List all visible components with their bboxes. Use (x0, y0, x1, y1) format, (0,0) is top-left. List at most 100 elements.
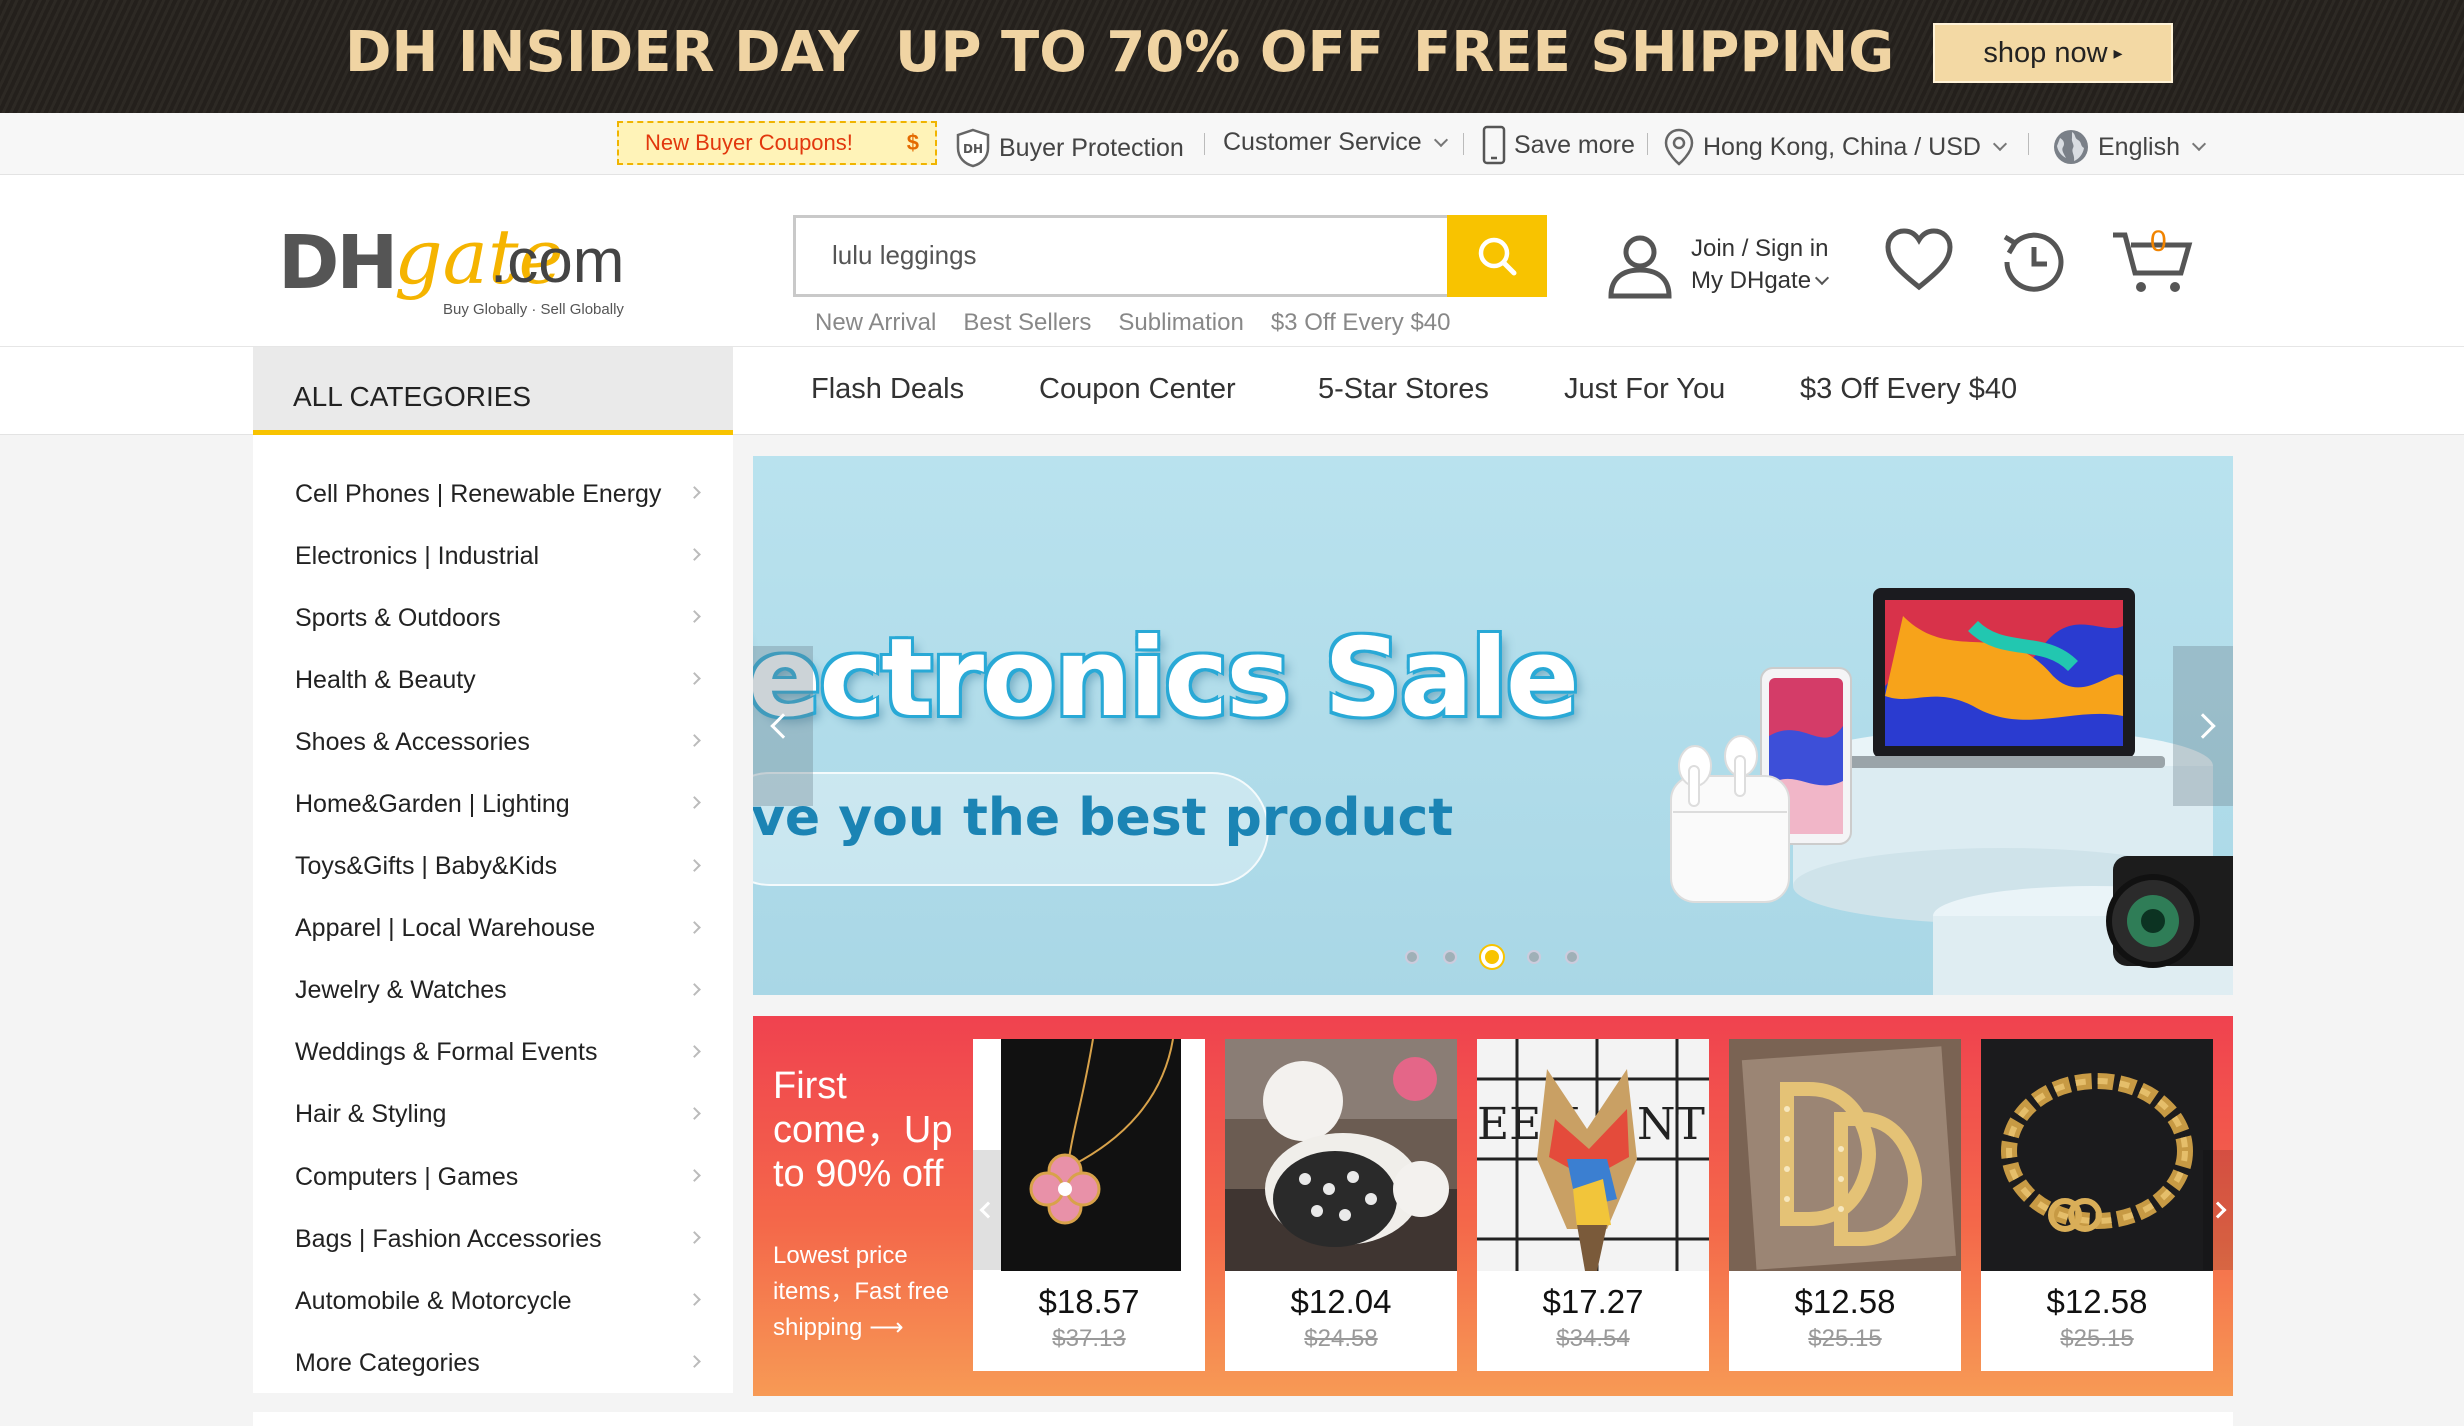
promo-text-insider-day: DH INSIDER DAY (345, 20, 860, 85)
hot-link-best-sellers[interactable]: Best Sellers (963, 309, 1091, 337)
category-item[interactable]: Electronics | Industrial (253, 525, 733, 587)
category-item[interactable]: Bags | Fashion Accessories (253, 1208, 733, 1270)
nav-just-for-you[interactable]: Just For You (1564, 373, 1725, 406)
hot-link-coupon[interactable]: $3 Off Every $40 (1271, 309, 1451, 337)
category-label: Bags | Fashion Accessories (295, 1224, 602, 1253)
nav-5-star-stores[interactable]: 5-Star Stores (1318, 373, 1489, 406)
hot-link-new-arrival[interactable]: New Arrival (815, 309, 936, 337)
save-more-label: Save more (1514, 130, 1635, 159)
history-clock-icon[interactable] (1997, 227, 2069, 302)
hero-carousel[interactable]: lectronics Sale ve you the best product (753, 456, 2233, 995)
save-more-link[interactable]: Save more (1482, 125, 1635, 165)
chevron-right-icon (688, 1355, 701, 1369)
chevron-right-icon (2190, 713, 2216, 739)
region-currency-dropdown[interactable]: Hong Kong, China / USD (1663, 128, 2008, 166)
deals-prev-button[interactable] (973, 1150, 1003, 1270)
chevron-right-icon (688, 796, 701, 810)
category-item[interactable]: Shoes & Accessories (253, 711, 733, 773)
chevron-right-icon (688, 1044, 701, 1058)
location-pin-icon (1664, 128, 1694, 166)
chevron-left-icon (979, 1201, 997, 1219)
nav-flash-deals[interactable]: Flash Deals (811, 373, 964, 406)
category-item[interactable]: Toys&Gifts | Baby&Kids (253, 836, 733, 898)
deals-next-button[interactable] (2203, 1150, 2233, 1270)
category-item[interactable]: More Categories (253, 1332, 733, 1394)
svg-text:DH: DH (963, 142, 983, 156)
category-item[interactable]: Sports & Outdoors (253, 587, 733, 649)
category-item[interactable]: Health & Beauty (253, 649, 733, 711)
chevron-right-icon (688, 548, 701, 561)
chevron-right-icon (688, 1231, 701, 1244)
all-categories-button[interactable]: ALL CATEGORIES (253, 347, 733, 435)
account-menu[interactable]: Join / Sign in My DHgate (1605, 230, 1830, 300)
category-label: Hair & Styling (295, 1100, 447, 1129)
category-item[interactable]: Automobile & Motorcycle (253, 1270, 733, 1332)
hero-title: lectronics Sale (753, 616, 1579, 741)
nav-3-off-every-40[interactable]: $3 Off Every $40 (1800, 373, 2017, 406)
buyer-protection-link[interactable]: DH Buyer Protection (955, 128, 1184, 168)
shop-now-button[interactable]: shop now ▸ (1933, 23, 2173, 83)
shield-icon: DH (956, 128, 990, 168)
search-button[interactable] (1447, 215, 1547, 297)
hot-link-sublimation[interactable]: Sublimation (1118, 309, 1243, 337)
category-label: Shoes & Accessories (295, 727, 530, 756)
language-dropdown[interactable]: English (2052, 128, 2207, 166)
deals-heading: First come，Up to 90% off (773, 1065, 953, 1195)
deal-original-price: $24.58 (1304, 1325, 1378, 1352)
deal-card[interactable]: $12.04 $24.58 (1225, 1039, 1457, 1371)
hero-next-button[interactable] (2173, 646, 2233, 806)
category-item[interactable]: Weddings & Formal Events (253, 1022, 733, 1084)
wishlist-heart-icon[interactable] (1883, 227, 1955, 298)
promo-banner[interactable]: DH INSIDER DAY UP TO 70% OFF FREE SHIPPI… (0, 0, 2464, 113)
search-input[interactable] (796, 218, 1396, 292)
utility-bar: New Buyer Coupons! $ DH Buyer Protection… (0, 113, 2464, 175)
logo-dh: DH (278, 220, 398, 306)
earrings-image (1729, 1039, 1961, 1271)
category-label: Electronics | Industrial (295, 541, 540, 570)
join-sign-in-label: Join / Sign in (1691, 235, 1829, 262)
category-label: Weddings & Formal Events (295, 1038, 598, 1067)
category-item[interactable]: Cell Phones | Renewable Energy (253, 463, 733, 525)
deal-card[interactable]: $12.58 $25.15 (1981, 1039, 2213, 1371)
carousel-dot-active[interactable] (1481, 946, 1503, 968)
carousel-dot[interactable] (1405, 950, 1419, 964)
category-label: Jewelry & Watches (295, 976, 507, 1005)
deal-card[interactable]: $18.57 $37.13 (973, 1039, 1205, 1371)
deal-original-price: $34.54 (1556, 1325, 1630, 1352)
customer-service-dropdown[interactable]: Customer Service (1223, 128, 1448, 157)
carousel-dot[interactable] (1565, 950, 1579, 964)
category-item[interactable]: Home&Garden | Lighting (253, 773, 733, 835)
svg-text:NT: NT (1637, 1099, 1705, 1150)
deal-card[interactable]: EEN NT $17.27 $34.54 (1477, 1039, 1709, 1371)
chevron-down-icon (2191, 136, 2207, 152)
nav-coupon-center[interactable]: Coupon Center (1039, 373, 1236, 406)
category-item[interactable]: Computers | Games (253, 1146, 733, 1208)
divider (1463, 133, 1464, 155)
category-item[interactable]: Hair & Styling (253, 1084, 733, 1146)
chevron-right-icon (688, 486, 701, 499)
flash-deals-strip: First come，Up to 90% off Lowest price it… (753, 1016, 2233, 1396)
swimsuit-image: EEN NT (1477, 1039, 1709, 1271)
category-label: Automobile & Motorcycle (295, 1286, 572, 1315)
category-label: Toys&Gifts | Baby&Kids (295, 852, 558, 881)
coupon-label: New Buyer Coupons! (645, 130, 853, 155)
category-label: Apparel | Local Warehouse (295, 914, 596, 943)
deal-card[interactable]: $12.58 $25.15 (1729, 1039, 1961, 1371)
dhgate-logo[interactable]: DH gate .com Buy Globally · Sell Globall… (278, 212, 648, 320)
electronics-products-image (1670, 588, 2233, 995)
category-label: Health & Beauty (295, 665, 476, 694)
chevron-down-icon (1992, 136, 2008, 152)
chain-bracelet-image (1981, 1039, 2213, 1271)
pendant-necklace-image (973, 1039, 1205, 1271)
user-icon (1608, 235, 1672, 299)
new-buyer-coupons-button[interactable]: New Buyer Coupons! $ (617, 121, 937, 165)
chevron-down-icon (1814, 270, 1830, 286)
category-label: Cell Phones | Renewable Energy (295, 479, 662, 508)
category-item[interactable]: Apparel | Local Warehouse (253, 898, 733, 960)
category-item[interactable]: Jewelry & Watches (253, 960, 733, 1022)
carousel-dot[interactable] (1443, 950, 1457, 964)
divider (1204, 133, 1205, 155)
deals-subheading-link[interactable]: Lowest price items，Fast free shipping ⟶ (773, 1238, 973, 1346)
hero-prev-button[interactable] (753, 646, 813, 806)
carousel-dot[interactable] (1527, 950, 1541, 964)
